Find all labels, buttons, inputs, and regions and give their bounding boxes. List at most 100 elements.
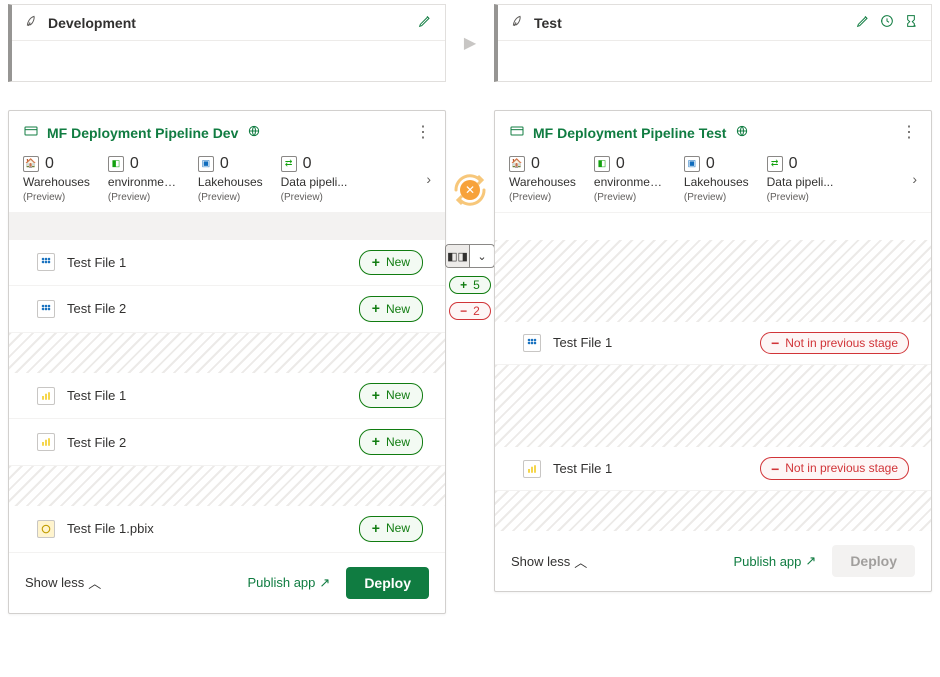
environment-icon: ◧: [594, 156, 610, 172]
list-item[interactable]: Test File 2 +New: [9, 286, 445, 333]
section-divider: [495, 212, 931, 240]
kebab-menu[interactable]: ⋮: [415, 125, 431, 141]
section-divider: [9, 466, 445, 506]
show-less-link[interactable]: Show less ︿: [511, 552, 587, 571]
stat-preview: (Preview): [767, 192, 834, 204]
report-icon: [37, 387, 55, 405]
item-name: Test File 1: [67, 255, 347, 270]
publish-app-link[interactable]: Publish app ↗: [733, 553, 816, 569]
stat-label: Data pipeli...: [767, 175, 834, 189]
dev-stats-row: 🏠0 Warehouses (Preview) ◧0 environmen...…: [9, 154, 445, 212]
rocket-icon: [24, 13, 40, 32]
pencil-icon[interactable]: [855, 13, 871, 32]
workspace-card-dev: MF Deployment Pipeline Dev ⋮ 🏠0 Warehous…: [8, 110, 446, 614]
badge-text: New: [386, 254, 410, 271]
stat-datapipelines[interactable]: ⇄0 Data pipeli... (Preview): [767, 154, 834, 204]
workspace-icon: [23, 123, 39, 142]
stat-preview: (Preview): [23, 192, 90, 204]
new-badge: +New: [359, 429, 423, 455]
stat-count: 0: [220, 154, 229, 173]
badge-text: New: [386, 520, 410, 537]
list-item[interactable]: Test File 2 +New: [9, 419, 445, 466]
new-badge: +New: [359, 516, 423, 542]
workspace-icon: [509, 123, 525, 142]
new-badge: +New: [359, 250, 423, 276]
stage-card-test[interactable]: Test: [494, 4, 932, 82]
stat-preview: (Preview): [281, 192, 348, 204]
pipeline-icon: ⇄: [767, 156, 783, 172]
lakehouse-icon: ▣: [198, 156, 214, 172]
compare-view-toggle[interactable]: ◧◨ ⌄: [445, 244, 495, 268]
list-item[interactable]: Test File 1 −Not in previous stage: [495, 447, 931, 491]
item-name: Test File 1: [67, 388, 347, 403]
stat-label: environmen...: [108, 175, 180, 189]
list-item[interactable]: Test File 1 −Not in previous stage: [495, 322, 931, 366]
stat-environments[interactable]: ◧0 environmen... (Preview): [108, 154, 180, 204]
stage-arrow-icon: ▶: [464, 33, 476, 53]
warehouse-icon: 🏠: [509, 156, 525, 172]
badge-text: Not in previous stage: [785, 460, 898, 477]
section-divider: [495, 365, 931, 447]
kebab-menu[interactable]: ⋮: [901, 125, 917, 141]
globe-icon: [246, 123, 262, 142]
removed-count-pill[interactable]: −2: [449, 302, 491, 320]
item-name: Test File 1: [553, 335, 748, 350]
deploy-button[interactable]: Deploy: [346, 567, 429, 599]
badge-text: New: [386, 434, 410, 451]
list-item[interactable]: Test File 1 +New: [9, 373, 445, 420]
stat-label: environmen...: [594, 175, 666, 189]
stat-preview: (Preview): [198, 192, 263, 204]
stat-count: 0: [45, 154, 54, 173]
stat-datapipelines[interactable]: ⇄ 0 Data pipeli... (Preview): [281, 154, 348, 204]
lakehouse-icon: ▣: [684, 156, 700, 172]
stat-count: 0: [303, 154, 312, 173]
stat-count: 0: [616, 154, 625, 173]
stage-card-development[interactable]: Development: [8, 4, 446, 82]
publish-app-link[interactable]: Publish app ↗: [247, 575, 330, 591]
added-count-pill[interactable]: +5: [449, 276, 491, 294]
sync-error-icon: ✕: [460, 180, 480, 200]
not-in-previous-badge: −Not in previous stage: [760, 332, 909, 355]
stat-label: Warehouses: [509, 175, 576, 189]
stage-test-body: [498, 41, 931, 81]
pencil-icon[interactable]: [417, 13, 433, 32]
stage-test-title: Test: [534, 15, 562, 31]
stat-count: 0: [130, 154, 139, 173]
stat-environments[interactable]: ◧0 environmen... (Preview): [594, 154, 666, 204]
sync-status[interactable]: ✕: [450, 170, 490, 210]
new-badge: +New: [359, 296, 423, 322]
open-icon: ↗: [319, 575, 330, 591]
workspace-dev-title: MF Deployment Pipeline Dev: [47, 125, 238, 141]
workspace-test-title: MF Deployment Pipeline Test: [533, 125, 726, 141]
show-less-text: Show less: [511, 554, 570, 569]
pipeline-icon: ⇄: [281, 156, 297, 172]
show-less-link[interactable]: Show less ︿: [25, 573, 101, 592]
history-icon[interactable]: [879, 13, 895, 32]
stat-lakehouses[interactable]: ▣0 Lakehouses (Preview): [684, 154, 749, 204]
report-icon: [37, 433, 55, 451]
item-name: Test File 1: [553, 461, 748, 476]
stats-next-icon[interactable]: ›: [426, 171, 431, 187]
stat-count: 0: [706, 154, 715, 173]
stat-warehouses[interactable]: 🏠0 Warehouses (Preview): [509, 154, 576, 204]
rocket-icon: [510, 13, 526, 32]
dataset-icon: [37, 300, 55, 318]
compare-side-left: ◧◨: [446, 245, 470, 267]
stat-label: Data pipeli...: [281, 175, 348, 189]
stat-preview: (Preview): [108, 192, 180, 204]
not-in-previous-badge: −Not in previous stage: [760, 457, 909, 480]
list-item[interactable]: Test File 1 +New: [9, 240, 445, 287]
badge-text: New: [386, 301, 410, 318]
test-stats-row: 🏠0 Warehouses (Preview) ◧0 environmen...…: [495, 154, 931, 212]
list-item[interactable]: Test File 1.pbix +New: [9, 506, 445, 553]
dataset-icon: [37, 253, 55, 271]
deploy-button: Deploy: [832, 545, 915, 577]
dataset-icon: [523, 334, 541, 352]
stats-next-icon[interactable]: ›: [912, 171, 917, 187]
item-name: Test File 2: [67, 301, 347, 316]
stat-warehouses[interactable]: 🏠0 Warehouses (Preview): [23, 154, 90, 204]
section-divider: [495, 491, 931, 531]
added-count: 5: [473, 278, 480, 292]
stat-lakehouses[interactable]: ▣0 Lakehouses (Preview): [198, 154, 263, 204]
rules-icon[interactable]: [903, 13, 919, 32]
